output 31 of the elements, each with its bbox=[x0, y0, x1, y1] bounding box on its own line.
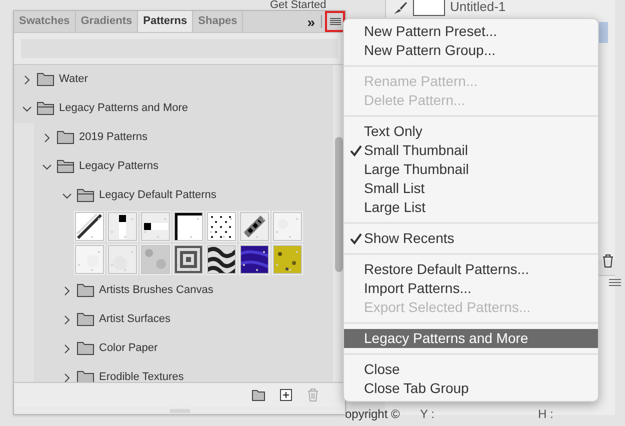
menu-item[interactable]: Close bbox=[344, 360, 598, 379]
tree-row[interactable]: Legacy Patterns and More bbox=[14, 94, 333, 123]
menu-item[interactable]: Show Recents bbox=[344, 229, 598, 248]
folder-label: Artist Surfaces bbox=[99, 312, 171, 328]
panel-tab[interactable]: Patterns bbox=[138, 11, 194, 32]
menu-item[interactable]: Small Thumbnail bbox=[344, 141, 598, 160]
menu-item[interactable]: New Pattern Group... bbox=[344, 41, 598, 60]
document-name: Untitled-1 bbox=[450, 0, 506, 16]
field-label: Y : bbox=[420, 406, 434, 423]
menu-item[interactable]: Legacy Patterns and More bbox=[344, 329, 598, 348]
folder-label: 2019 Patterns bbox=[79, 130, 148, 146]
menu-item[interactable]: Import Patterns... bbox=[344, 279, 598, 298]
field-label: H : bbox=[538, 406, 554, 423]
menu-item[interactable]: Small List bbox=[344, 179, 598, 198]
folder-label: Water bbox=[59, 72, 88, 88]
folder-label: Legacy Patterns and More bbox=[59, 101, 188, 116]
menu-item[interactable]: Close Tab Group bbox=[344, 379, 598, 398]
folder-label: Artists Brushes Canvas bbox=[99, 283, 214, 298]
menu-item[interactable]: Restore Default Patterns... bbox=[344, 260, 598, 279]
menu-item[interactable]: Text Only bbox=[344, 122, 598, 141]
menu-item[interactable]: New Pattern Preset... bbox=[344, 22, 598, 41]
folder-label: Erodible Textures bbox=[99, 370, 184, 382]
tree-row[interactable]: Water bbox=[14, 65, 333, 94]
overflow-button[interactable]: » bbox=[304, 11, 318, 32]
menu-item[interactable]: Large Thumbnail bbox=[344, 160, 598, 179]
folder-label: Legacy Default Patterns bbox=[99, 188, 216, 204]
menu-item[interactable]: Large List bbox=[344, 198, 598, 217]
panel-title: Get Started bbox=[270, 0, 326, 10]
folder-label: Color Paper bbox=[99, 341, 158, 356]
folder-label: Legacy Patterns bbox=[79, 159, 158, 174]
copyright-text: opyright © bbox=[345, 406, 400, 423]
